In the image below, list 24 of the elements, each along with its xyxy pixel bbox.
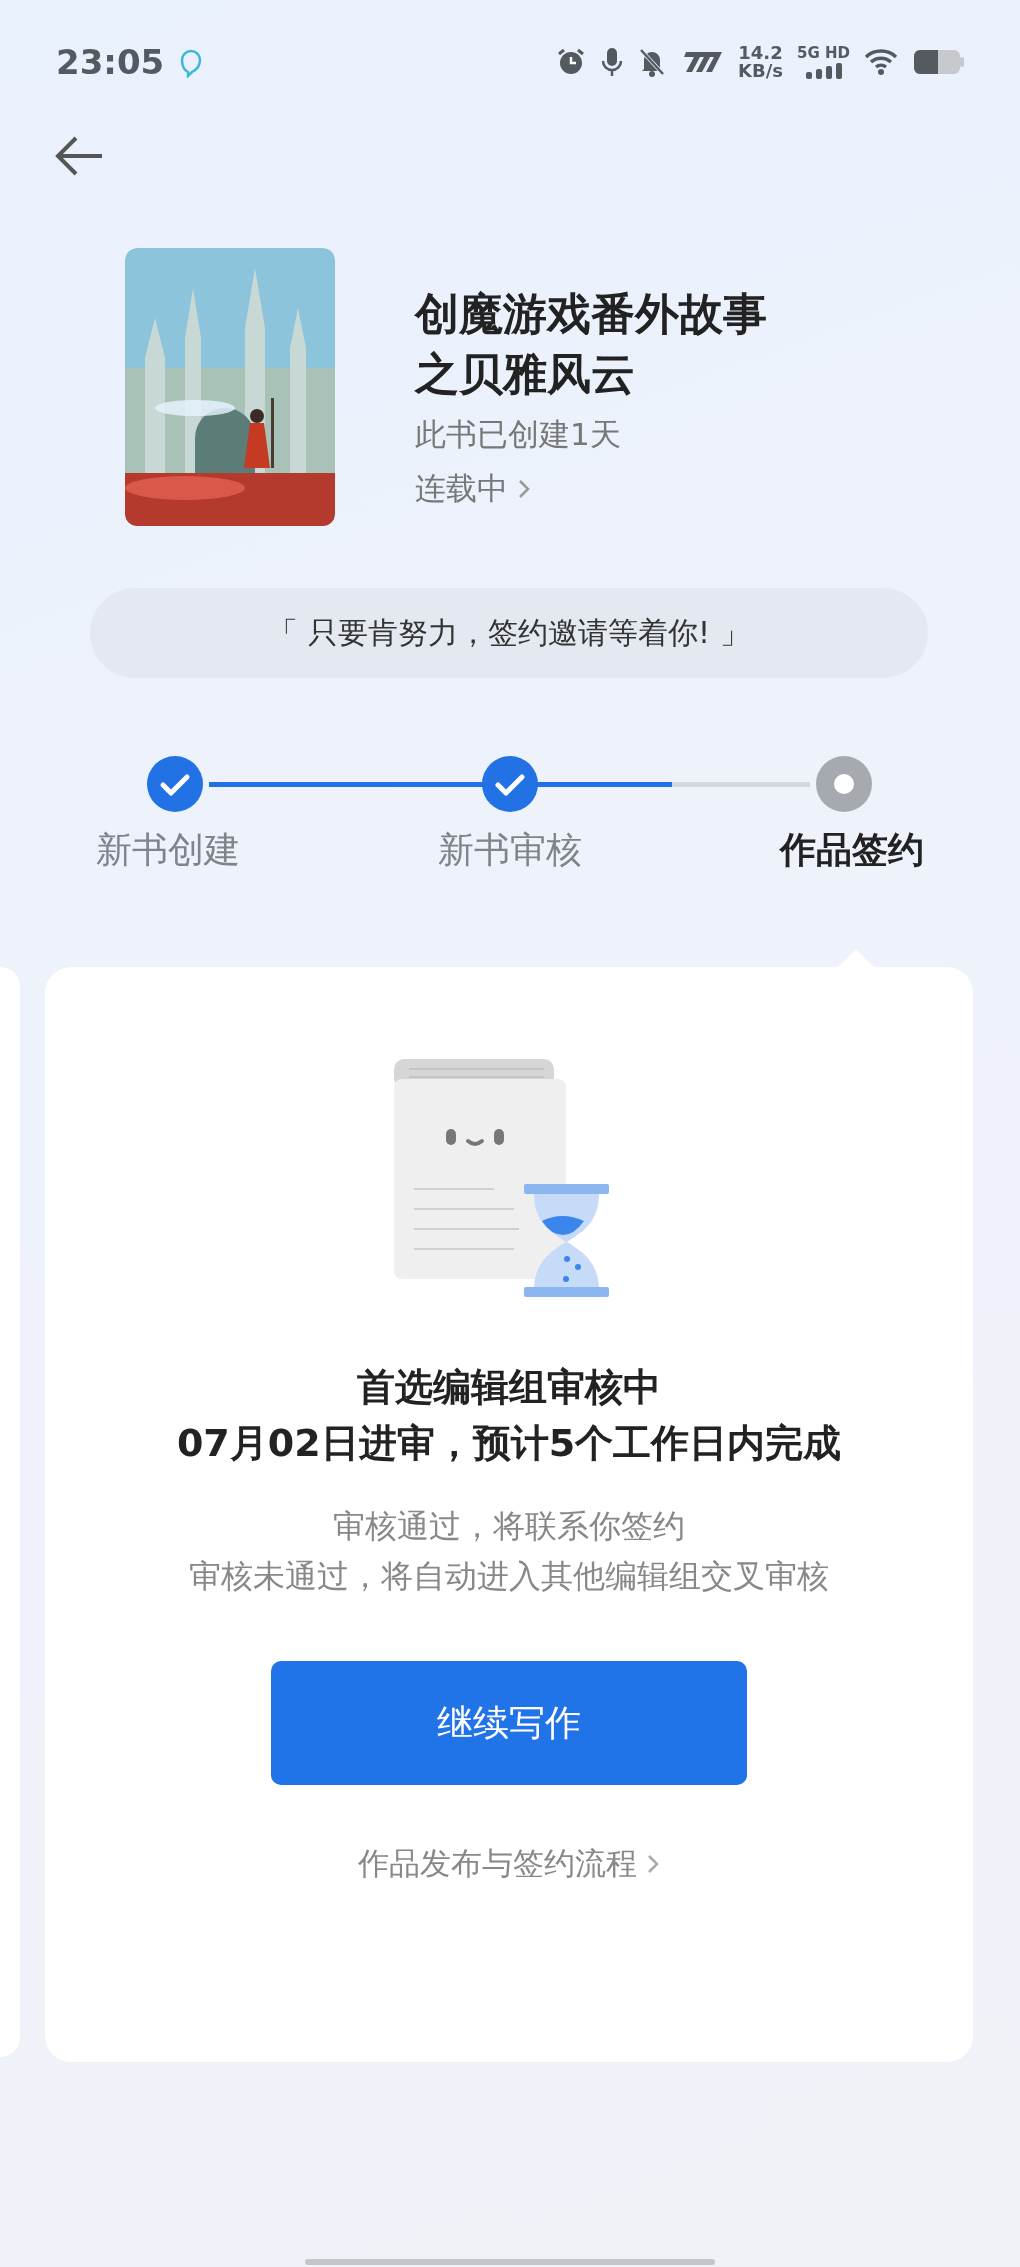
review-note: 审核通过，将联系你签约 — [333, 1506, 685, 1547]
signal-icon — [805, 62, 842, 79]
microphone-icon — [600, 46, 625, 78]
review-schedule: 07月02日进审，预计5个工作日内完成 — [176, 1420, 842, 1467]
serial-status-link[interactable]: 连载中 — [415, 468, 532, 510]
review-note: 审核未通过，将自动进入其他编辑组交叉审核 — [189, 1556, 829, 1597]
wifi-icon — [864, 48, 900, 76]
review-status: 首选编辑组审核中 — [357, 1364, 661, 1411]
status-time: 23:05 — [56, 42, 165, 82]
battery-icon — [914, 49, 964, 75]
speed-value: 14.2 — [738, 44, 783, 62]
motto-banner: 「 只要肯努力，签约邀请等着你! 」 — [90, 588, 928, 678]
back-arrow-icon[interactable] — [54, 134, 104, 178]
muted-bell-icon — [638, 47, 667, 77]
alarm-icon — [556, 47, 587, 77]
speed-unit: KB/s — [738, 62, 783, 80]
book-title: 创魔游戏番外故事之贝雅风云 — [415, 287, 768, 401]
network-label: 5G HD — [797, 45, 850, 61]
continue-writing-button[interactable]: 继续写作 — [271, 1661, 747, 1785]
step-label: 新书创建 — [96, 828, 240, 872]
created-info: 此书已创建1天 — [415, 415, 622, 454]
step-label: 新书审核 — [438, 828, 582, 872]
step-label: 作品签约 — [780, 828, 924, 872]
process-link[interactable]: 作品发布与签约流程 — [357, 1843, 661, 1885]
